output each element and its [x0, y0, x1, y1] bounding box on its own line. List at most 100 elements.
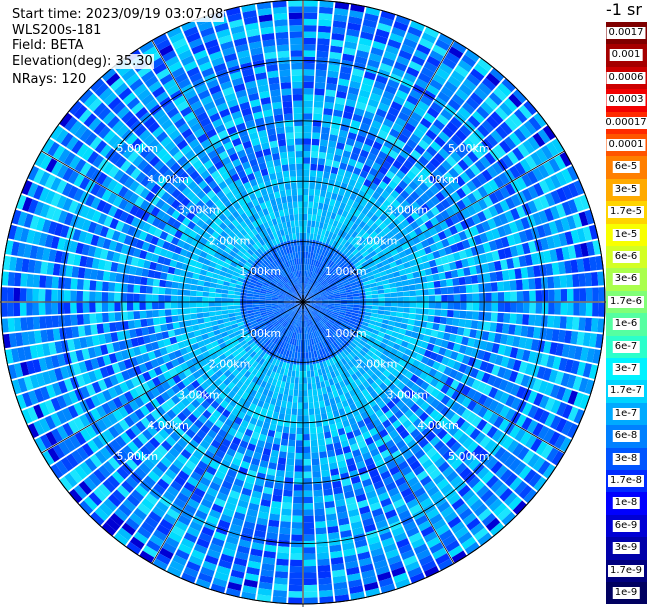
- data-cell: [275, 171, 283, 179]
- data-cell: [76, 302, 84, 314]
- data-cell: [127, 311, 135, 320]
- data-cell: [272, 494, 283, 503]
- data-cell: [278, 387, 285, 395]
- data-cell: [320, 190, 327, 198]
- data-cell: [305, 258, 308, 265]
- data-cell: [326, 513, 337, 521]
- data-cell: [107, 292, 115, 302]
- data-cell: [303, 62, 315, 70]
- data-cell: [57, 289, 65, 302]
- data-cell: [315, 521, 326, 529]
- data-cell: [311, 382, 317, 390]
- data-cell: [227, 298, 234, 302]
- data-cell: [294, 220, 299, 227]
- data-cell: [127, 274, 136, 284]
- data-cell: [285, 132, 294, 140]
- data-cell: [491, 302, 499, 312]
- data-cell: [584, 317, 592, 332]
- data-cell: [7, 287, 14, 302]
- data-cell: [317, 164, 325, 172]
- data-cell: [295, 232, 300, 240]
- data-cell: [303, 239, 307, 246]
- data-cell: [274, 19, 288, 27]
- data-cell: [183, 289, 191, 296]
- data-cell: [306, 226, 311, 234]
- data-cell: [314, 88, 325, 96]
- data-cell: [317, 558, 330, 566]
- data-cell: [308, 402, 314, 409]
- data-cell: [400, 323, 408, 330]
- data-cell: [572, 317, 580, 331]
- data-cell: [324, 399, 331, 407]
- data-cell: [272, 185, 280, 193]
- data-cell: [303, 69, 315, 76]
- data-cell: [303, 496, 313, 504]
- data-cell: [303, 521, 315, 529]
- data-cell: [246, 302, 253, 305]
- data-cell: [32, 274, 41, 288]
- data-cell: [290, 220, 295, 228]
- data-cell: [318, 444, 327, 453]
- data-cell: [291, 62, 303, 70]
- data-cell: [321, 183, 328, 192]
- data-cell: [306, 239, 310, 246]
- data-cell: [115, 321, 123, 331]
- data-cell: [321, 209, 328, 217]
- data-cell: [202, 297, 209, 302]
- data-cell: [32, 302, 40, 316]
- data-cell: [548, 302, 555, 315]
- data-cell: [327, 449, 336, 458]
- data-cell: [313, 201, 319, 209]
- data-cell: [403, 307, 410, 313]
- data-cell: [291, 408, 298, 416]
- data-cell: [316, 426, 324, 434]
- data-cell: [269, 513, 280, 521]
- data-cell: [109, 322, 117, 332]
- data-cell: [277, 393, 284, 401]
- data-cell: [127, 320, 136, 330]
- data-cell: [309, 364, 314, 371]
- data-cell: [315, 69, 327, 77]
- data-cell: [290, 44, 303, 51]
- data-cell: [323, 108, 333, 116]
- data-cell: [322, 393, 329, 401]
- data-cell: [383, 310, 391, 316]
- data-cell: [290, 540, 303, 548]
- data-cell: [297, 188, 303, 196]
- data-cell: [365, 308, 372, 313]
- data-cell: [384, 306, 391, 311]
- data-cell: [303, 528, 315, 535]
- data-cell: [303, 584, 318, 592]
- data-cell: [196, 291, 203, 297]
- data-cell: [152, 286, 160, 294]
- data-cell: [70, 278, 78, 290]
- data-cell: [390, 306, 398, 312]
- data-cell: [285, 189, 292, 197]
- data-cell: [522, 314, 530, 325]
- data-cell: [447, 302, 454, 310]
- data-cell: [311, 458, 320, 466]
- data-cell: [320, 406, 327, 414]
- data-cell: [315, 533, 328, 541]
- data-cell: [192, 324, 200, 331]
- data-cell: [314, 407, 321, 415]
- data-cell: [287, 227, 292, 235]
- data-cell: [305, 345, 309, 353]
- data-cell: [315, 221, 320, 229]
- ppi-plot: 1.00km 1.00km1.00km1.00km2.00km 2.00km2.00…: [0, 0, 606, 607]
- data-cell: [227, 290, 235, 295]
- data-cell: [273, 13, 288, 21]
- data-cell: [311, 220, 316, 228]
- data-cell: [321, 469, 331, 478]
- data-cell: [273, 108, 283, 116]
- data-cell: [353, 302, 360, 305]
- data-cell: [283, 388, 289, 396]
- data-cell: [252, 302, 260, 305]
- data-cell: [566, 302, 574, 316]
- data-cell: [326, 443, 334, 452]
- data-cell: [325, 437, 333, 445]
- data-cell: [359, 302, 366, 306]
- data-cell: [292, 402, 298, 409]
- data-cell: [353, 304, 360, 308]
- data-cell: [286, 401, 293, 409]
